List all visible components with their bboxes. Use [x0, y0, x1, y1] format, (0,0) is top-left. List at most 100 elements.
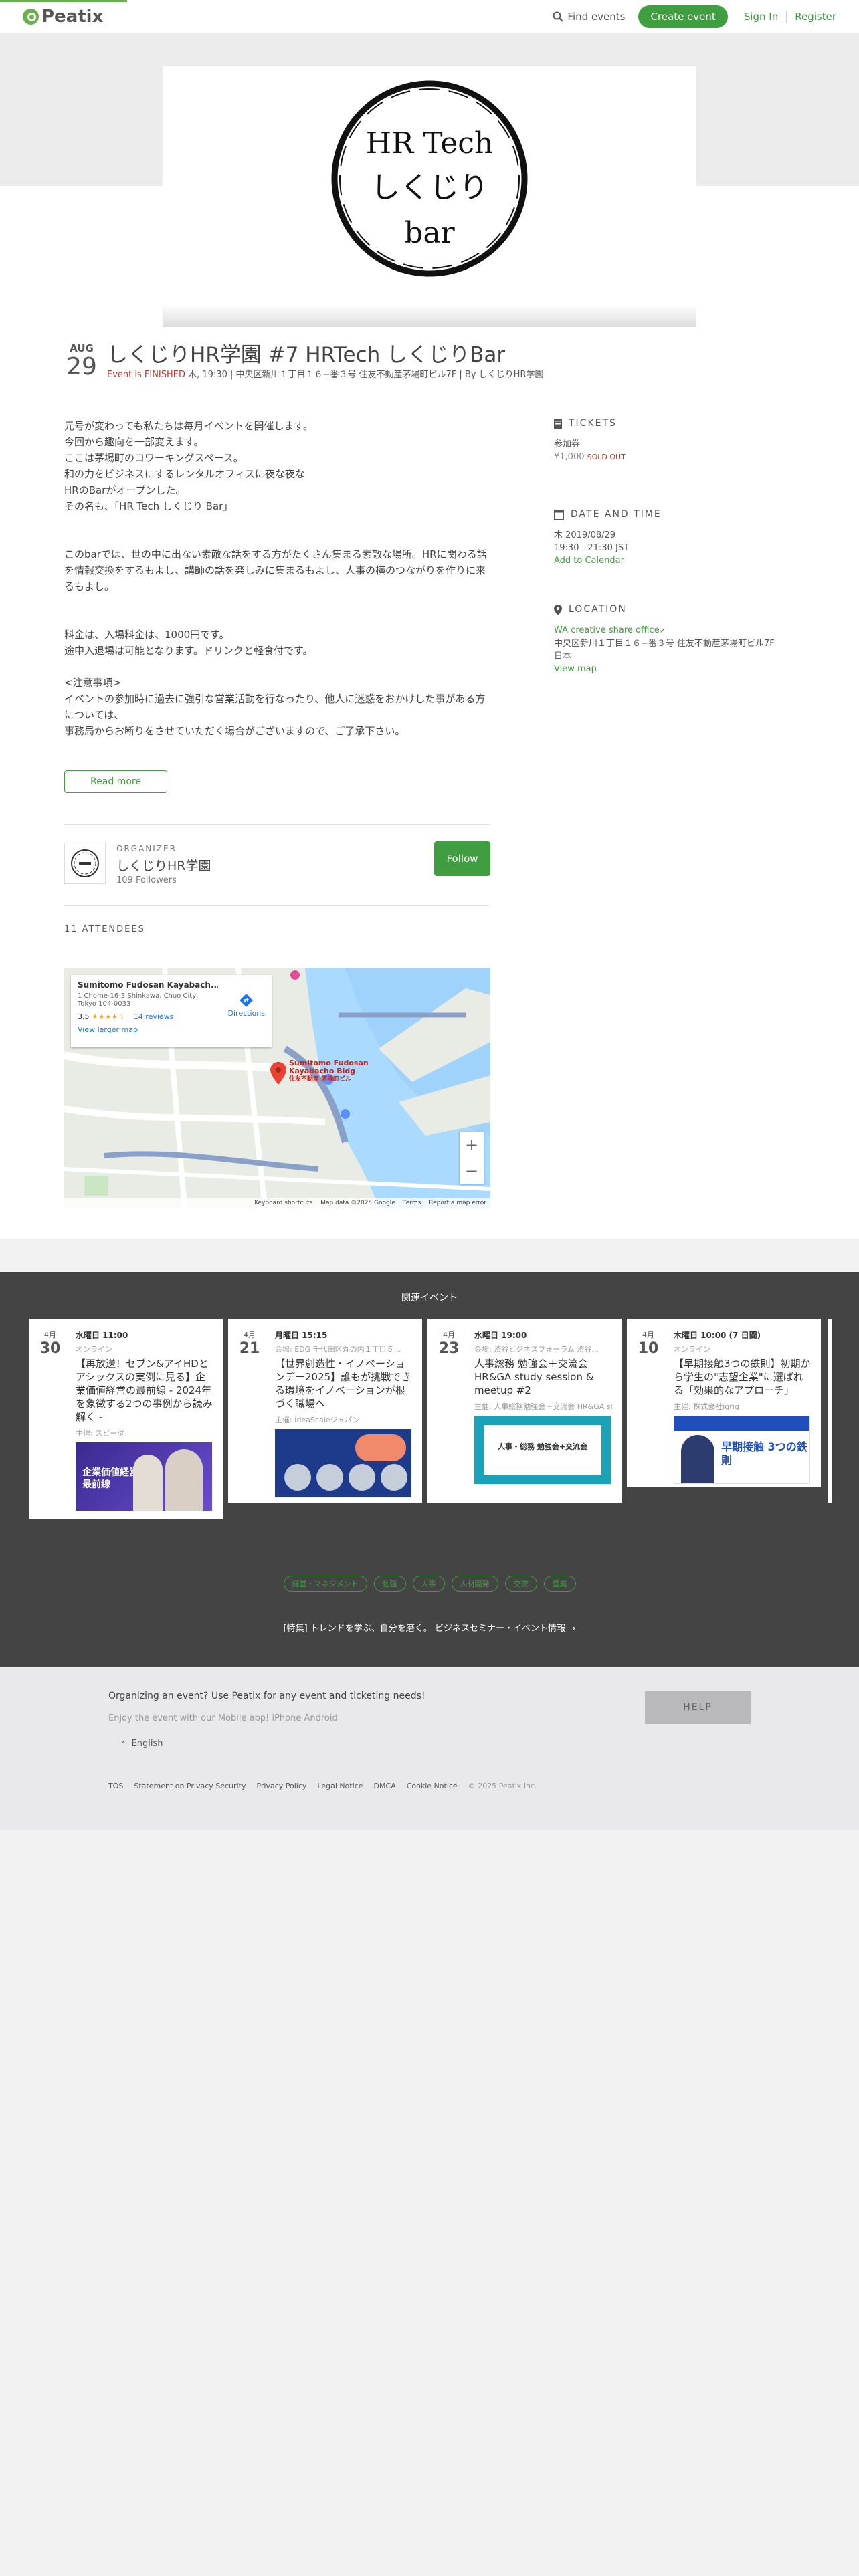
map-keyboard-shortcuts[interactable]: Keyboard shortcuts [254, 1200, 312, 1206]
related-event-card[interactable]: 4月 21 月曜日 15:15 会場: EDG 千代田区丸の内１丁目５... 【世… [228, 1319, 422, 1503]
map-reviews-link[interactable]: 14 reviews [134, 1012, 174, 1021]
desc-line: <注意事項> [64, 677, 122, 689]
organizer-label: ORGANIZER [116, 844, 177, 853]
footer-links: TOS Statement on Privacy Security Privac… [108, 1782, 537, 1790]
ticket-icon [554, 418, 562, 429]
card-place: 会場: EDG 千代田区丸の内１丁目５... [275, 1345, 401, 1354]
desc-para-2: このbarでは、世の中に出ない素敵な話をする方がたくさん集まる素敵な場所。HRに… [64, 546, 492, 595]
sign-in-link[interactable]: Sign In [744, 10, 787, 23]
directions-label: Directions [227, 1009, 265, 1018]
location-map[interactable]: Sumitomo Fudosan Kayabach... 1 Chome-16-… [64, 968, 490, 1208]
android-app-link[interactable]: Android [304, 1713, 337, 1723]
card-host: 主催: IdeaScaleジャパン [275, 1416, 360, 1424]
venue-country: 日本 [554, 651, 572, 661]
map-place-name: Sumitomo Fudosan Kayabach... [78, 980, 218, 990]
organizer-followers: 109 Followers [116, 875, 177, 885]
tag-link[interactable]: 勉強 [373, 1576, 406, 1592]
footer-link-tos[interactable]: TOS [108, 1782, 123, 1790]
desc-para-1: 元号が変わっても私たちは毎月イベントを開催します。 今回から趣向を一部変えます。… [64, 418, 492, 514]
feature-link[interactable]: [特集] トレンドを学ぶ、自分を磨く。 ビジネスセミナー・イベント情報 › [0, 1621, 859, 1634]
card-place: オンライン [76, 1345, 112, 1354]
language-selector[interactable]: ⌃ English [120, 1739, 163, 1749]
footer-link-privacy-security[interactable]: Statement on Privacy Security [134, 1782, 246, 1790]
zoom-in-button[interactable]: + [465, 1136, 478, 1154]
speaker-photo [381, 1464, 407, 1491]
peatix-logo-icon [23, 8, 39, 25]
next-card-peek [828, 1319, 832, 1503]
organizer-bottom-divider [64, 905, 490, 906]
organizer-name[interactable]: しくじりHR学園 [116, 856, 211, 874]
card-thumbnail-text: 人事・総務 勉強会+交流会 [497, 1442, 588, 1451]
card-body: 水曜日 19:00 会場: 渋谷ビジネスフォーラム 渋谷... 人事総務 勉強会… [474, 1329, 612, 1484]
card-thumbnail: 企業価値経営の最前線 [76, 1442, 212, 1511]
iphone-app-link[interactable]: iPhone [272, 1713, 301, 1723]
card-place: オンライン [674, 1345, 710, 1354]
feature-link-text: [特集] トレンドを学ぶ、自分を磨く。 ビジネスセミナー・イベント情報 [283, 1624, 565, 1634]
desc-line: 今回から趣向を一部変えます。 [64, 436, 204, 448]
tag-link[interactable]: 営業 [543, 1576, 576, 1592]
hr-tech-bar-logo: HR Tech しくじり bar [331, 80, 528, 277]
register-link[interactable]: Register [795, 11, 836, 23]
footer-link-privacy-policy[interactable]: Privacy Policy [256, 1782, 306, 1790]
map-pin-label-line: Kayabacho Bldg [289, 1067, 356, 1075]
footer-link-cookie-notice[interactable]: Cookie Notice [407, 1782, 458, 1790]
desc-line: 途中入退場は可能となります。ドリンクと軽食付です。 [64, 645, 313, 657]
tag-link[interactable]: 人事 [412, 1576, 445, 1592]
find-events-link[interactable]: Find events [553, 11, 625, 23]
card-host: 主催: スピーダ [76, 1429, 125, 1438]
add-to-calendar-link[interactable]: Add to Calendar [554, 556, 624, 566]
create-event-button[interactable]: Create event [638, 5, 728, 28]
tickets-section: TICKETS 参加券 ¥1,000 SOLD OUT [554, 417, 835, 463]
event-cover-image: HR Tech しくじり bar [163, 66, 696, 327]
card-day: 23 [438, 1340, 460, 1357]
related-event-card[interactable]: 4月 10 木曜日 10:00 (7 日間) オンライン 【早期接触3つの鉄則】初… [627, 1319, 821, 1487]
map-marker-icon[interactable] [270, 1062, 286, 1085]
follow-button[interactable]: Follow [434, 841, 490, 876]
search-icon [553, 11, 564, 22]
map-pin-icon [554, 604, 562, 615]
card-title: 【早期接触3つの鉄則】初期から学生の"志望企業"に選ばれる「効果的なアプローチ」 [674, 1358, 811, 1396]
ticket-price: ¥1,000 [554, 452, 585, 462]
map-terms-link[interactable]: Terms [403, 1200, 421, 1206]
desc-spacer [64, 514, 492, 546]
logo-line-3: bar [404, 216, 455, 250]
desc-line: その名も、「HR Tech しくじり Bar」 [64, 500, 233, 512]
map-report-error-link[interactable]: Report a map error [429, 1200, 486, 1206]
language-label: English [131, 1739, 163, 1749]
tag-link[interactable]: 人材開発 [451, 1576, 498, 1592]
header-nav: Find events Create event Sign In Registe… [553, 5, 836, 28]
map-pin-label-line: 住友不動産 茅場町ビル [289, 1076, 352, 1083]
event-date-badge: AUG 29 [64, 342, 99, 380]
related-event-card[interactable]: 4月 30 水曜日 11:00 オンライン 【再放送！セブン&アイHDとアシックス… [29, 1319, 223, 1519]
desc-line: 料金は、入場料金は、1000円です。 [64, 629, 229, 641]
speaker-photo [681, 1435, 714, 1483]
venue-link[interactable]: WA creative share office [554, 625, 660, 635]
organizer-logo-icon [71, 849, 99, 877]
footer-organizing-text: Organizing an event? Use Peatix for any … [108, 1691, 425, 1701]
related-event-card[interactable]: 4月 23 水曜日 19:00 会場: 渋谷ビジネスフォーラム 渋谷... 人事総… [427, 1319, 622, 1503]
zoom-out-button[interactable]: − [465, 1162, 478, 1180]
view-larger-map-link[interactable]: View larger map [78, 1025, 265, 1034]
map-rating-stars: ★★★★☆ [92, 1012, 125, 1021]
event-date: 木 2019/08/29 [554, 530, 616, 540]
footer-link-legal-notice[interactable]: Legal Notice [317, 1782, 363, 1790]
organizer-avatar[interactable] [64, 843, 106, 884]
location-heading: LOCATION [554, 603, 835, 616]
chevron-right-icon: › [572, 1624, 576, 1634]
help-button[interactable]: HELP [645, 1691, 751, 1724]
directions-button[interactable]: Directions [228, 994, 265, 1018]
event-meta: 木, 19:30 | 中央区新川１丁目１６−番３号 住友不動産茅場町ビル7F |… [185, 370, 544, 380]
view-map-link[interactable]: View map [554, 664, 597, 674]
event-time: 19:30 - 21:30 JST [554, 543, 630, 553]
speaker-photo [316, 1464, 343, 1491]
related-events-title: 関連イベント [401, 1293, 458, 1303]
read-more-button[interactable]: Read more [64, 770, 167, 793]
tag-link[interactable]: 経営・マネジメント [283, 1576, 367, 1592]
desc-spacer [64, 659, 492, 675]
tag-link[interactable]: 交流 [504, 1576, 537, 1592]
footer-copyright: © 2025 Peatix Inc. [468, 1782, 537, 1790]
map-info-card: Sumitomo Fudosan Kayabach... 1 Chome-16-… [71, 975, 272, 1047]
footer-link-dmca[interactable]: DMCA [374, 1782, 396, 1790]
peatix-logo[interactable]: Peatix [23, 7, 103, 27]
related-tags: 経営・マネジメント 勉強 人事 人材開発 交流 営業 [0, 1576, 859, 1592]
